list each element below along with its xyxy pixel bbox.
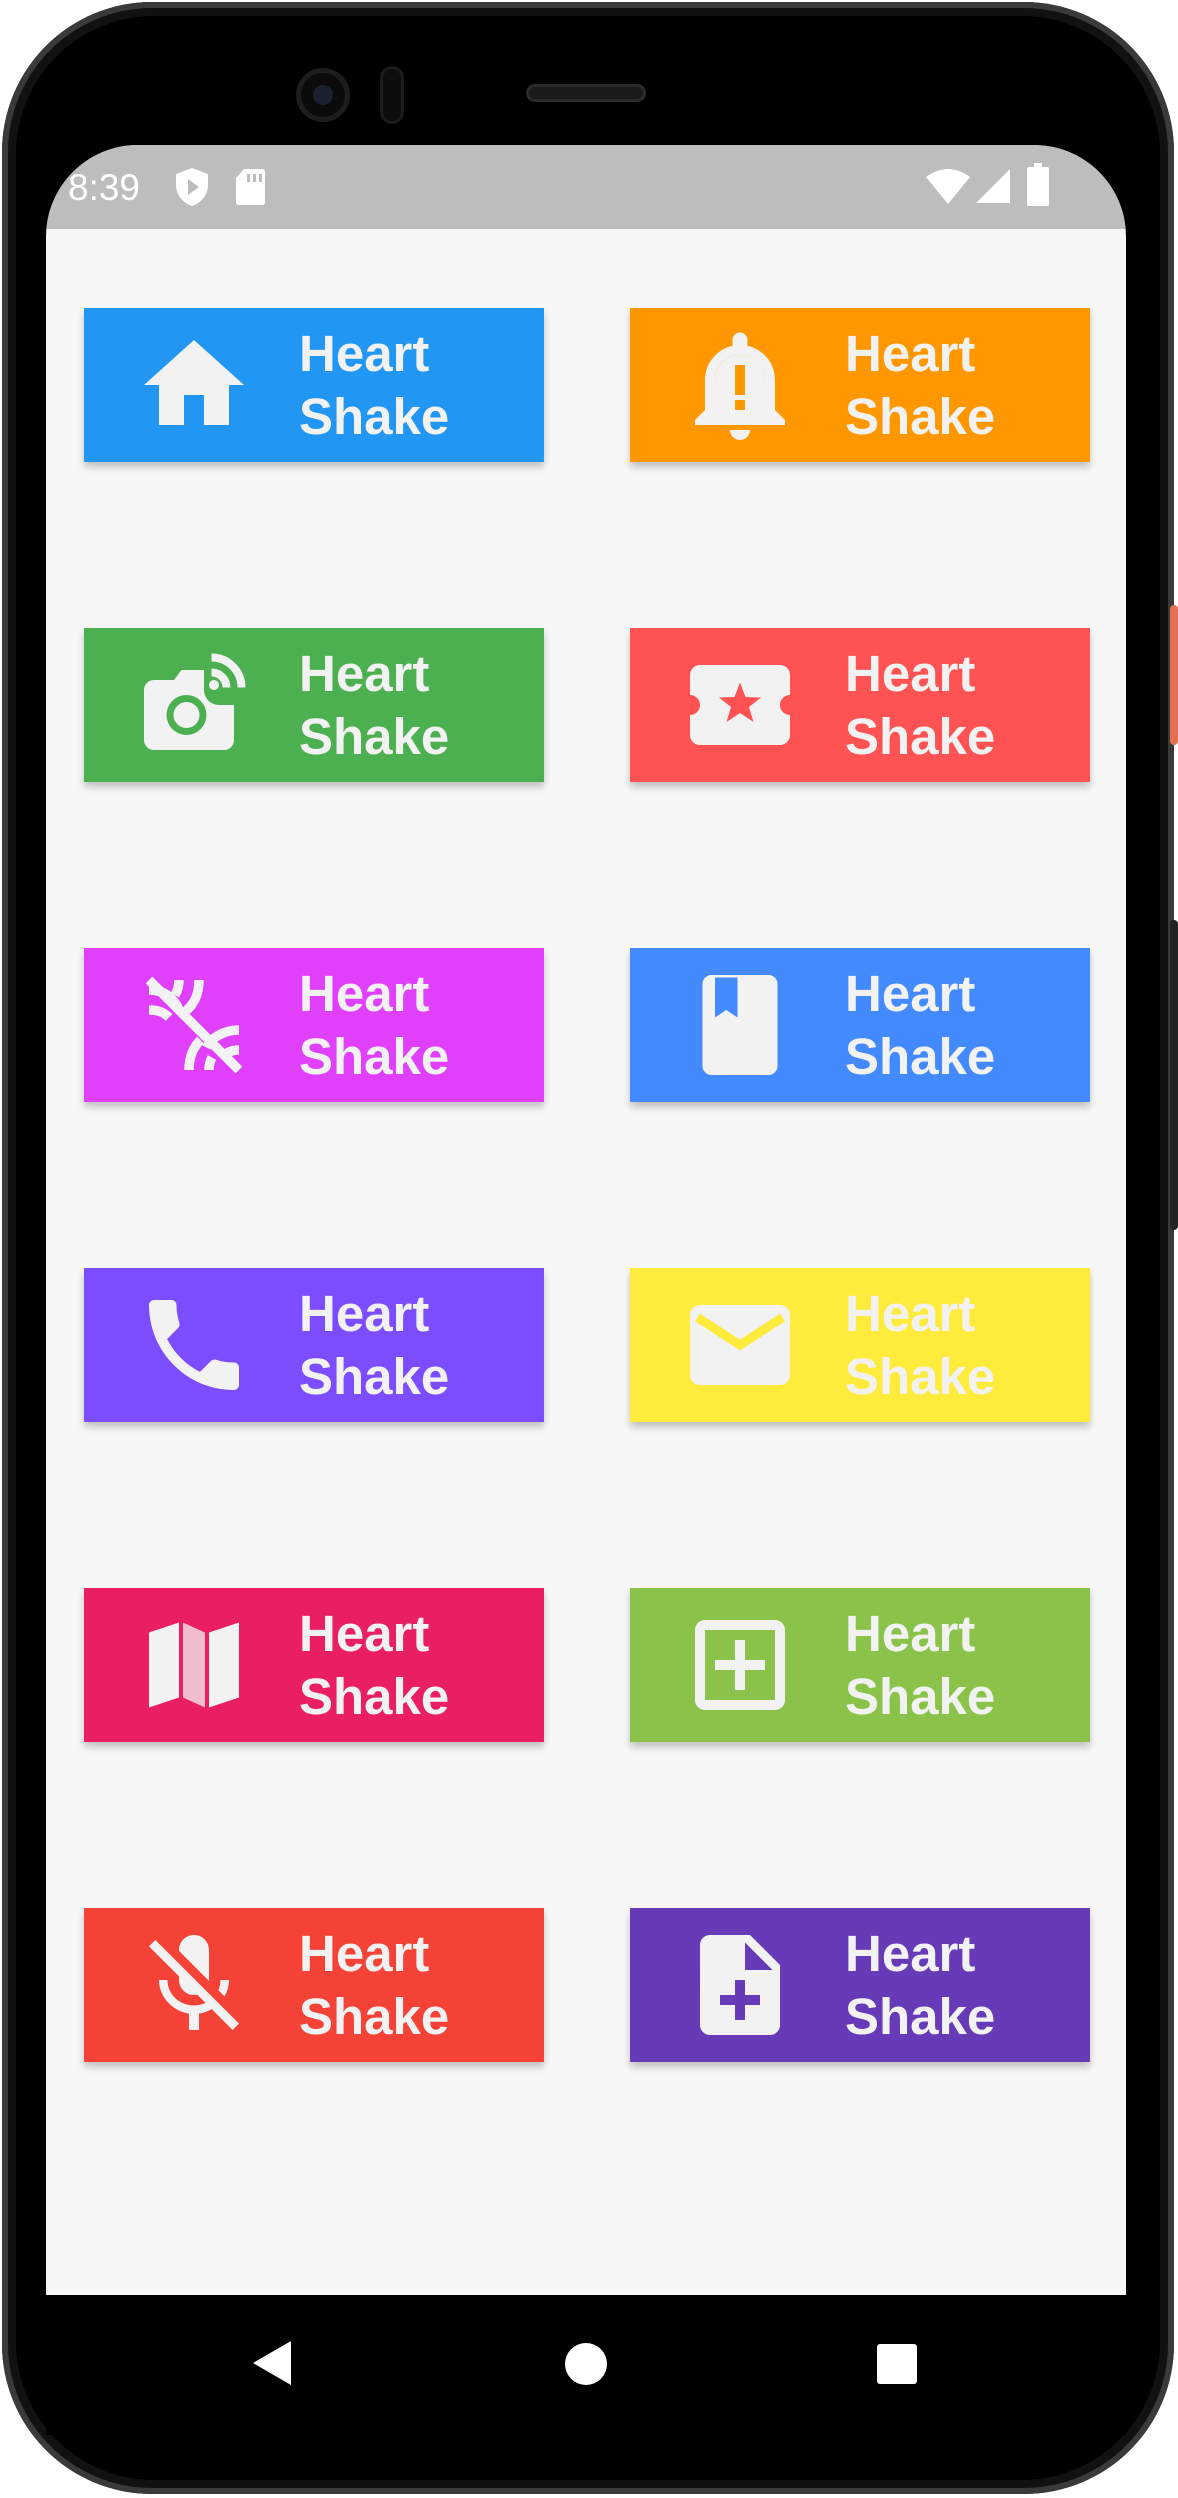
recents-icon[interactable] xyxy=(876,2343,918,2390)
label-line1: Heart xyxy=(845,1285,976,1342)
heart-shake-button-add-box[interactable]: Heart Shake xyxy=(630,1588,1090,1742)
earpiece-speaker xyxy=(526,84,646,102)
label-line1: Heart xyxy=(299,1285,430,1342)
label-line2: Shake xyxy=(845,388,996,445)
back-icon[interactable] xyxy=(251,2339,293,2392)
proximity-sensor xyxy=(380,66,404,124)
leak-remove-icon xyxy=(134,965,254,1085)
screen: 8:39 Heart Shake Heart Shake Heart Shake… xyxy=(46,145,1126,2295)
button-label: Heart Shake xyxy=(299,1922,449,2048)
map-icon xyxy=(134,1605,254,1725)
heart-shake-button-ticket[interactable]: Heart Shake xyxy=(630,628,1090,782)
note-add-icon xyxy=(680,1925,800,2045)
cellular-signal-icon xyxy=(976,167,1012,210)
button-label: Heart Shake xyxy=(845,1922,995,2048)
button-label: Heart Shake xyxy=(845,322,995,448)
label-line1: Heart xyxy=(845,325,976,382)
label-line2: Shake xyxy=(299,1348,450,1405)
label-line2: Shake xyxy=(845,1348,996,1405)
volume-button xyxy=(1170,920,1178,1230)
navigation-bar xyxy=(46,2295,1126,2435)
heart-shake-button-book[interactable]: Heart Shake xyxy=(630,948,1090,1102)
heart-shake-button-leak[interactable]: Heart Shake xyxy=(84,948,544,1102)
label-line2: Shake xyxy=(845,1668,996,1725)
heart-shake-button-home[interactable]: Heart Shake xyxy=(84,308,544,462)
label-line1: Heart xyxy=(299,325,430,382)
book-icon xyxy=(680,965,800,1085)
label-line2: Shake xyxy=(299,388,450,445)
heart-shake-button-phone[interactable]: Heart Shake xyxy=(84,1268,544,1422)
power-button xyxy=(1170,605,1178,745)
button-label: Heart Shake xyxy=(299,1282,449,1408)
button-label: Heart Shake xyxy=(299,322,449,448)
label-line2: Shake xyxy=(299,708,450,765)
button-label: Heart Shake xyxy=(299,962,449,1088)
button-label: Heart Shake xyxy=(845,1602,995,1728)
add-box-icon xyxy=(680,1605,800,1725)
home-icon xyxy=(134,325,254,445)
label-line2: Shake xyxy=(299,1988,450,2045)
battery-icon xyxy=(1026,163,1050,212)
label-line1: Heart xyxy=(845,1605,976,1662)
camera-wireless-icon xyxy=(134,645,254,765)
phone-icon xyxy=(134,1285,254,1405)
label-line2: Shake xyxy=(299,1668,450,1725)
label-line1: Heart xyxy=(845,645,976,702)
mail-icon xyxy=(680,1285,800,1405)
heart-shake-button-note-add[interactable]: Heart Shake xyxy=(630,1908,1090,2062)
button-label: Heart Shake xyxy=(299,642,449,768)
heart-shake-button-mic-off[interactable]: Heart Shake xyxy=(84,1908,544,2062)
label-line1: Heart xyxy=(299,645,430,702)
label-line1: Heart xyxy=(299,965,430,1022)
label-line2: Shake xyxy=(845,708,996,765)
label-line2: Shake xyxy=(845,1988,996,2045)
notification-important-icon xyxy=(680,325,800,445)
button-label: Heart Shake xyxy=(845,1282,995,1408)
button-label: Heart Shake xyxy=(845,962,995,1088)
home-circle-icon[interactable] xyxy=(564,2342,608,2391)
button-label: Heart Shake xyxy=(845,642,995,768)
front-camera xyxy=(296,68,350,122)
heart-shake-button-mail[interactable]: Heart Shake xyxy=(630,1268,1090,1422)
mic-off-icon xyxy=(134,1925,254,2045)
heart-shake-button-camera[interactable]: Heart Shake xyxy=(84,628,544,782)
heart-shake-button-map[interactable]: Heart Shake xyxy=(84,1588,544,1742)
label-line1: Heart xyxy=(845,965,976,1022)
label-line1: Heart xyxy=(299,1605,430,1662)
button-label: Heart Shake xyxy=(299,1602,449,1728)
heart-shake-button-notification[interactable]: Heart Shake xyxy=(630,308,1090,462)
label-line1: Heart xyxy=(299,1925,430,1982)
local-activity-ticket-icon xyxy=(680,645,800,765)
label-line2: Shake xyxy=(299,1028,450,1085)
label-line2: Shake xyxy=(845,1028,996,1085)
label-line1: Heart xyxy=(845,1925,976,1982)
wifi-icon xyxy=(926,169,970,210)
status-bar: 8:39 xyxy=(46,145,1126,229)
shield-play-icon xyxy=(174,167,210,212)
sd-card-icon xyxy=(234,167,266,212)
status-time: 8:39 xyxy=(68,167,141,208)
